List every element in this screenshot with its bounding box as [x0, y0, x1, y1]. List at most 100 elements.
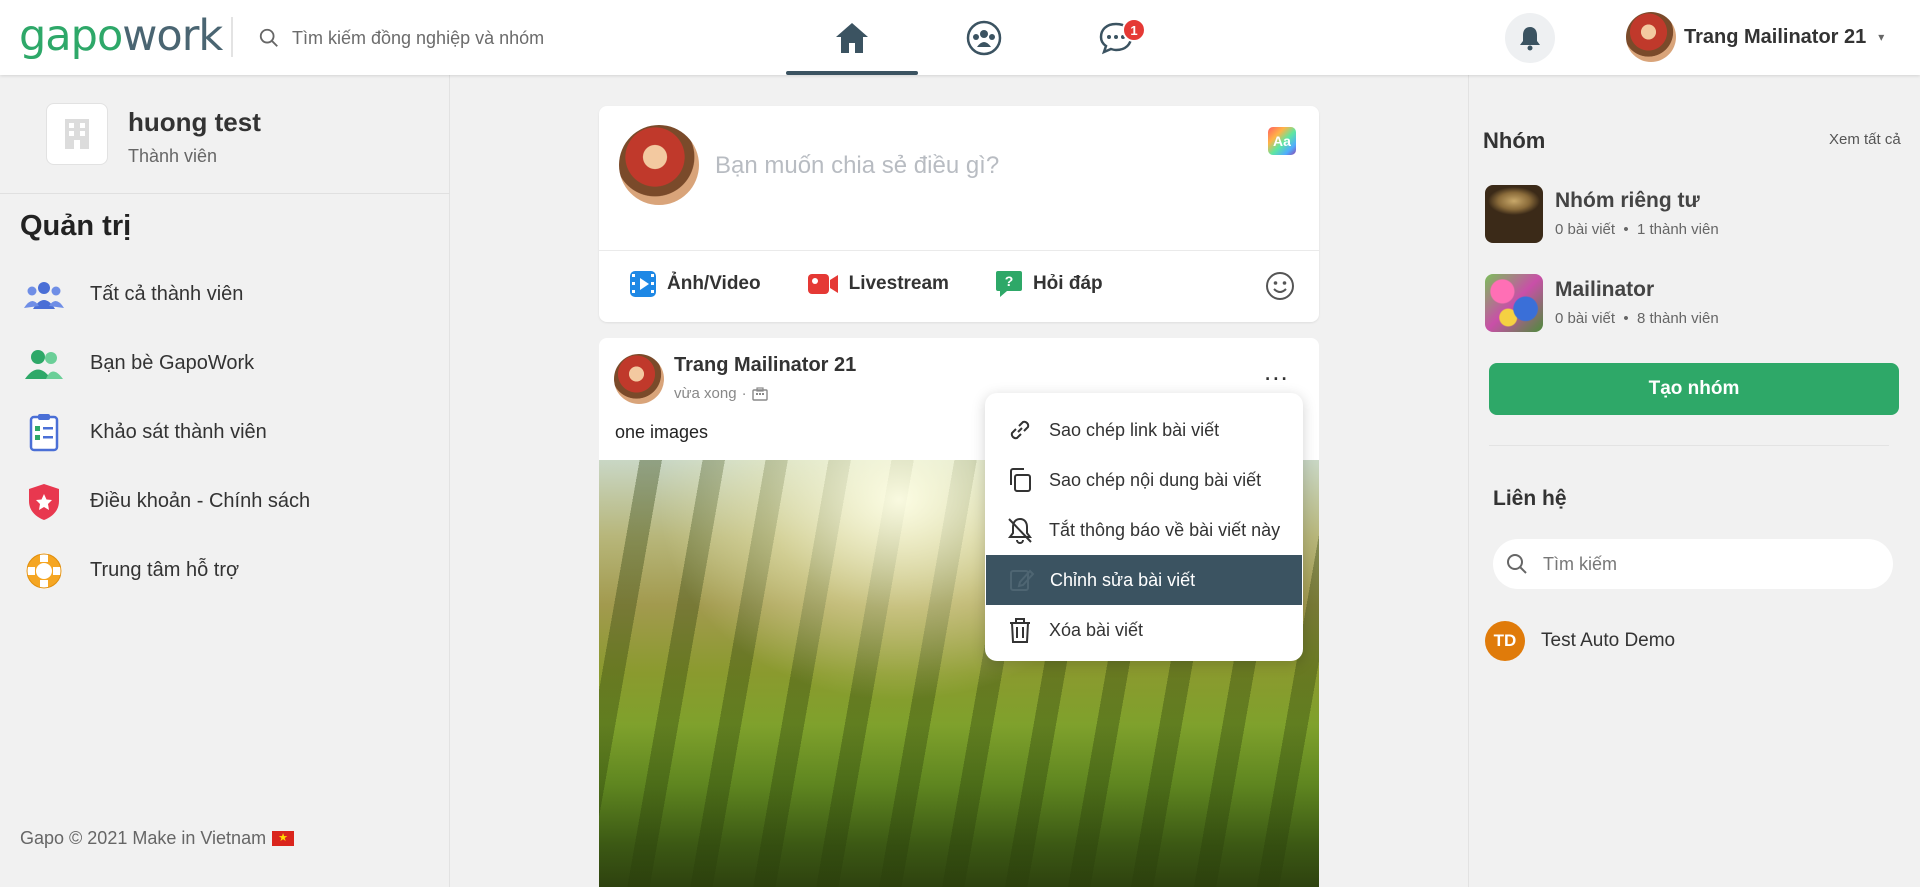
svg-text:?: ? [1005, 273, 1014, 289]
composer-avatar [619, 125, 699, 205]
menu-label: Tất cả thành viên [90, 283, 244, 305]
left-sidebar: huong test Thành viên Quản trị Tất cả th… [0, 75, 450, 887]
shield-icon [24, 482, 64, 522]
admin-menu: Tất cả thành viên Bạn bè GapoWork Khảo s… [24, 260, 310, 605]
groups-icon [966, 20, 1002, 55]
bell-icon [1520, 27, 1540, 51]
group-meta: 0 bài viết • 1 thành viên [1555, 221, 1719, 238]
group-name: Nhóm riêng tư [1555, 189, 1700, 212]
contact-search-placeholder: Tìm kiếm [1543, 553, 1617, 574]
composer-input[interactable]: Bạn muốn chia sẻ điều gì? [715, 152, 999, 180]
emoji-button[interactable] [1264, 270, 1296, 307]
menu-item-survey[interactable]: Khảo sát thành viên [24, 398, 310, 467]
group-name: Mailinator [1555, 278, 1655, 301]
menu-label: Chỉnh sửa bài viết [1050, 569, 1196, 590]
tab-groups[interactable] [918, 0, 1050, 75]
contacts-title: Liên hệ [1493, 487, 1567, 510]
contact-avatar: TD [1485, 621, 1525, 661]
edit-icon [1010, 569, 1035, 591]
menu-label: Sao chép nội dung bài viết [1049, 469, 1262, 490]
livestream-icon [807, 274, 838, 294]
post-meta: vừa xong · [674, 385, 768, 402]
vietnam-flag-icon: ★ [272, 831, 295, 846]
notifications-button[interactable] [1505, 13, 1555, 63]
menu-label: Tắt thông báo về bài viết này [1049, 519, 1281, 540]
menu-label: Điều khoản - Chính sách [90, 490, 311, 512]
menu-item-friends[interactable]: Bạn bè GapoWork [24, 329, 310, 398]
group-item[interactable]: Nhóm riêng tư 0 bài viết • 1 thành viên [1485, 185, 1719, 243]
home-icon [836, 22, 868, 53]
search-icon [259, 28, 278, 47]
menu-item-copy-link[interactable]: Sao chép link bài viết [985, 405, 1303, 455]
action-label: Ảnh/Video [667, 273, 761, 294]
menu-label: Sao chép link bài viết [1049, 419, 1220, 440]
footer-text: Gapo © 2021 Make in Vietnam [20, 828, 267, 848]
link-icon [1010, 420, 1030, 440]
survey-icon [24, 413, 64, 453]
photo-video-button[interactable]: Ảnh/Video [629, 270, 761, 298]
group-item[interactable]: Mailinator 0 bài viết • 8 thành viên [1485, 274, 1719, 332]
contact-search-input[interactable]: Tìm kiếm [1493, 539, 1893, 589]
user-menu[interactable]: Trang Mailinator 21 ▾ [1626, 12, 1884, 62]
admin-title: Quản trị [20, 210, 132, 242]
search-icon [1507, 554, 1527, 574]
org-name: huong test [128, 107, 261, 137]
post-time: vừa xong [674, 385, 737, 402]
bell-off-icon [1008, 517, 1032, 544]
menu-item-copy-content[interactable]: Sao chép nội dung bài viết [985, 455, 1303, 505]
divider [599, 250, 1319, 251]
footer: Gapo © 2021 Make in Vietnam ★ [20, 828, 295, 849]
composer-actions: Ảnh/Video Livestream ? Hỏi đáp [629, 270, 1103, 298]
group-thumbnail [1485, 274, 1543, 332]
action-label: Livestream [848, 273, 949, 294]
global-search[interactable]: Tìm kiếm đồng nghiệp và nhóm [258, 22, 544, 54]
smile-icon [1266, 272, 1294, 300]
post-author-avatar[interactable] [614, 354, 664, 404]
chevron-down-icon: ▾ [1878, 30, 1885, 44]
lifebuoy-icon [24, 551, 64, 591]
user-avatar [1626, 12, 1676, 62]
menu-item-support[interactable]: Trung tâm hỗ trợ [24, 536, 310, 605]
menu-item-terms[interactable]: Điều khoản - Chính sách [24, 467, 310, 536]
tab-messages[interactable] [1050, 0, 1182, 75]
menu-label: Trung tâm hỗ trợ [90, 559, 240, 581]
post-author[interactable]: Trang Mailinator 21 [674, 354, 856, 377]
divider [1489, 445, 1889, 446]
menu-label: Bạn bè GapoWork [90, 352, 255, 374]
menu-item-delete-post[interactable]: Xóa bài viết [985, 605, 1303, 655]
right-sidebar: Nhóm Xem tất cả Nhóm riêng tư 0 bài viết… [1468, 75, 1920, 887]
post-options-menu: Sao chép link bài viết Sao chép nội dung… [985, 393, 1303, 661]
gapowork-logo[interactable]: gapowork [19, 14, 223, 58]
see-all-groups-link[interactable]: Xem tất cả [1829, 131, 1901, 148]
tab-home[interactable] [786, 0, 918, 75]
photo-video-icon [630, 271, 656, 297]
company-privacy-icon [751, 386, 768, 401]
top-bar: gapowork Tìm kiếm đồng nghiệp và nhóm 1 … [0, 0, 1920, 75]
building-icon [46, 103, 108, 165]
group-thumbnail [1485, 185, 1543, 243]
org-role: Thành viên [128, 146, 218, 166]
qa-icon: ? [995, 271, 1022, 297]
text-format-button[interactable]: Aa [1268, 127, 1296, 155]
menu-item-edit-post[interactable]: Chỉnh sửa bài viết [986, 555, 1302, 605]
post-content: one images [615, 422, 709, 442]
qa-button[interactable]: ? Hỏi đáp [995, 270, 1103, 298]
search-placeholder: Tìm kiếm đồng nghiệp và nhóm [292, 27, 545, 48]
copy-icon [1010, 468, 1031, 492]
menu-item-mute-notifications[interactable]: Tắt thông báo về bài viết này [985, 505, 1303, 555]
post-more-button[interactable]: ... [1264, 356, 1289, 387]
menu-item-all-members[interactable]: Tất cả thành viên [24, 260, 310, 329]
trash-icon [1010, 618, 1030, 643]
divider [0, 193, 450, 194]
livestream-button[interactable]: Livestream [807, 270, 949, 298]
menu-label: Khảo sát thành viên [90, 421, 267, 443]
action-label: Hỏi đáp [1032, 273, 1103, 294]
contact-item[interactable]: TD Test Auto Demo [1485, 621, 1675, 661]
contact-name: Test Auto Demo [1541, 630, 1676, 651]
menu-label: Xóa bài viết [1049, 619, 1144, 640]
create-group-button[interactable]: Tạo nhóm [1489, 363, 1899, 415]
messages-badge: 1 [1122, 18, 1146, 42]
organization-card[interactable]: huong test Thành viên [46, 103, 261, 167]
users-icon [24, 275, 64, 315]
friends-icon [24, 344, 64, 384]
